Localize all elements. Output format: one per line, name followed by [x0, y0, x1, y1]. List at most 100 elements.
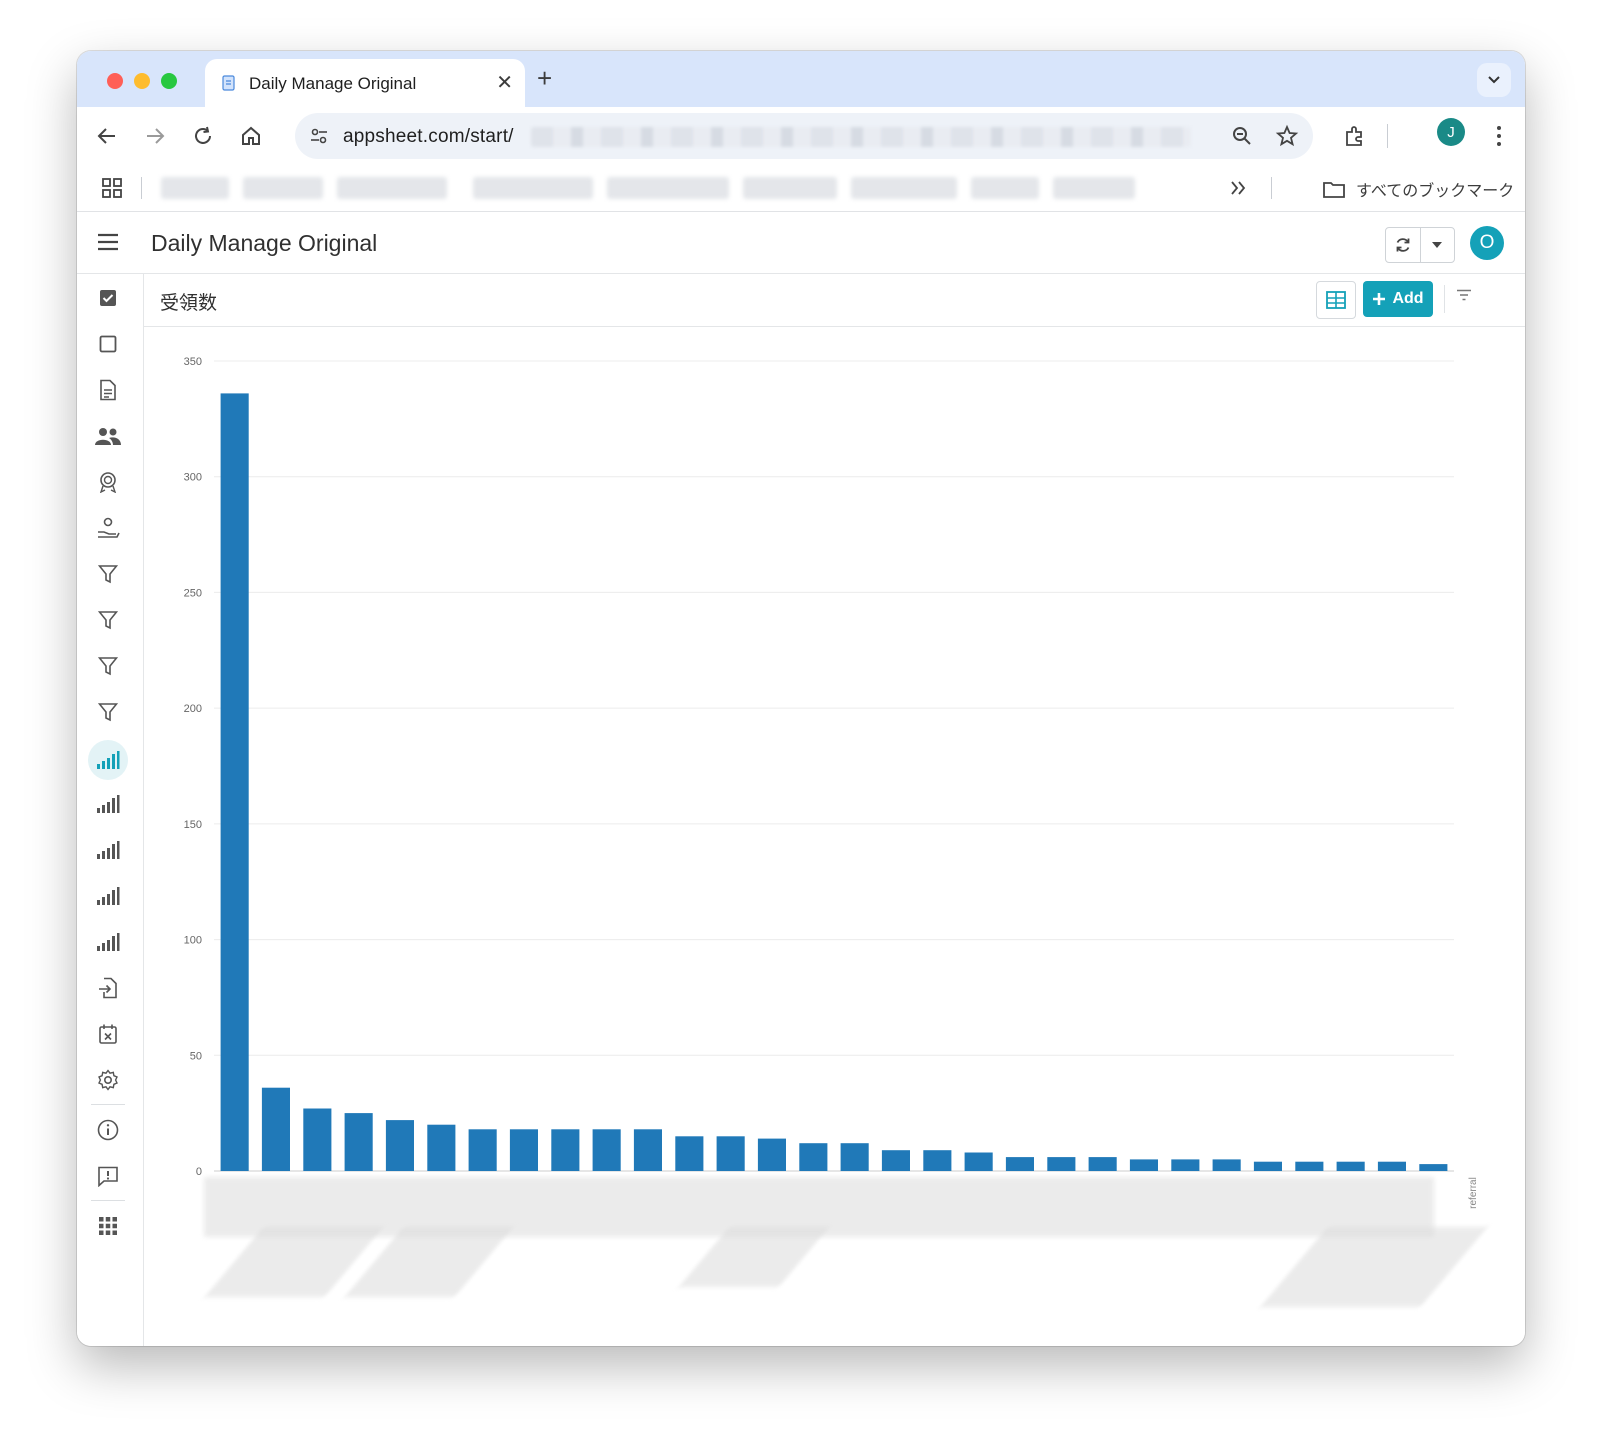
- y-tick-label: 100: [184, 935, 202, 947]
- y-tick-label: 200: [184, 703, 202, 715]
- tab-strip: Daily Manage Original ✕ +: [77, 51, 1525, 107]
- chart-bar[interactable]: [303, 1108, 332, 1172]
- nav-bar-chart-icon[interactable]: [88, 784, 128, 824]
- nav-calendar-x-icon[interactable]: [88, 1014, 128, 1054]
- nav-settings-icon[interactable]: [88, 1060, 128, 1100]
- chart-bar[interactable]: [1377, 1161, 1406, 1171]
- sync-dropdown-button[interactable]: [1421, 228, 1455, 262]
- app-header: Daily Manage Original O: [77, 213, 1525, 274]
- back-arrow-icon[interactable]: [95, 124, 119, 148]
- nav-info-icon[interactable]: [88, 1110, 128, 1150]
- tab-close-icon[interactable]: ✕: [496, 70, 513, 95]
- tab-title: Daily Manage Original: [249, 74, 417, 93]
- nav-apps-grid-icon[interactable]: [88, 1206, 128, 1246]
- tab-search-button[interactable]: [1477, 63, 1511, 97]
- chart-bar[interactable]: [261, 1087, 290, 1171]
- all-bookmarks-button[interactable]: すべてのブックマーク: [1322, 177, 1514, 201]
- profile-avatar[interactable]: J: [1437, 118, 1465, 146]
- maximize-window-button[interactable]: [161, 73, 177, 89]
- sync-button[interactable]: [1386, 228, 1421, 262]
- chart-bar[interactable]: [1171, 1159, 1200, 1171]
- bookmarks-bar: すべてのブックマーク: [77, 165, 1525, 212]
- chart-bar[interactable]: [964, 1152, 993, 1172]
- chart-bar[interactable]: [633, 1129, 662, 1171]
- nav-bar-chart-icon[interactable]: [88, 830, 128, 870]
- chart-bar[interactable]: [1295, 1161, 1324, 1171]
- nav-document-icon[interactable]: [88, 370, 128, 410]
- chart-bar[interactable]: [1047, 1157, 1076, 1171]
- bookmark-item-obscured[interactable]: [851, 177, 957, 199]
- bookmark-item-obscured[interactable]: [473, 177, 593, 199]
- sync-button-group: [1385, 227, 1455, 263]
- chart-bar[interactable]: [1088, 1157, 1117, 1171]
- new-tab-button[interactable]: +: [537, 65, 552, 91]
- chart-bar[interactable]: [509, 1129, 538, 1171]
- nav-filter-icon[interactable]: [88, 600, 128, 640]
- chart-bar[interactable]: [1419, 1164, 1448, 1171]
- site-settings-icon[interactable]: [309, 126, 329, 146]
- bookmark-item-obscured[interactable]: [243, 177, 323, 199]
- home-icon[interactable]: [239, 124, 263, 148]
- forward-arrow-icon[interactable]: [143, 124, 167, 148]
- bookmark-item-obscured[interactable]: [1053, 177, 1135, 199]
- chart-bar[interactable]: [1129, 1159, 1158, 1171]
- address-bar[interactable]: appsheet.com/start/: [295, 113, 1313, 159]
- nav-checkbox-checked-icon[interactable]: [88, 278, 128, 318]
- table-view-button[interactable]: [1316, 281, 1356, 319]
- bookmark-item-obscured[interactable]: [161, 177, 229, 199]
- chart-bar[interactable]: [799, 1143, 828, 1171]
- chart-bar[interactable]: [427, 1124, 456, 1171]
- extensions-puzzle-icon[interactable]: [1343, 124, 1367, 148]
- chart-bar[interactable]: [1005, 1157, 1034, 1171]
- chart-bar[interactable]: [757, 1138, 786, 1171]
- nav-filter-icon[interactable]: [88, 554, 128, 594]
- nav-feedback-icon[interactable]: [88, 1156, 128, 1196]
- nav-hand-person-icon[interactable]: [88, 508, 128, 548]
- close-window-button[interactable]: [107, 73, 123, 89]
- user-avatar[interactable]: O: [1470, 226, 1504, 260]
- chart-bar[interactable]: [551, 1129, 580, 1171]
- nav-award-icon[interactable]: [88, 462, 128, 502]
- sort-filter-icon[interactable]: [1456, 289, 1472, 301]
- apps-shortcut-icon[interactable]: [101, 177, 123, 199]
- bookmark-item-obscured[interactable]: [971, 177, 1039, 199]
- browser-tab[interactable]: Daily Manage Original ✕: [205, 59, 525, 107]
- chart-bar[interactable]: [468, 1129, 497, 1171]
- chevron-double-right-icon[interactable]: [1229, 180, 1247, 196]
- nav-bar-chart-icon[interactable]: [88, 876, 128, 916]
- bookmark-star-icon[interactable]: [1275, 124, 1299, 148]
- chart-bar[interactable]: [1253, 1161, 1282, 1171]
- bookmark-item-obscured[interactable]: [607, 177, 729, 199]
- nav-bar-chart-icon[interactable]: [88, 922, 128, 962]
- nav-filter-icon[interactable]: [88, 692, 128, 732]
- view-header: 受領数 Add: [144, 274, 1525, 327]
- chart-bar[interactable]: [923, 1150, 952, 1171]
- chart-bar[interactable]: [344, 1113, 373, 1171]
- nav-filter-icon[interactable]: [88, 646, 128, 686]
- bookmark-item-obscured[interactable]: [743, 177, 837, 199]
- minimize-window-button[interactable]: [134, 73, 150, 89]
- chart-bar[interactable]: [1336, 1161, 1365, 1171]
- nav-bar-chart-icon-active[interactable]: [88, 740, 128, 780]
- nav-checkbox-empty-icon[interactable]: [88, 324, 128, 364]
- zoom-icon[interactable]: [1231, 125, 1253, 147]
- chart-bar[interactable]: [1212, 1159, 1241, 1171]
- chart-bar[interactable]: [220, 393, 249, 1171]
- chart-bar[interactable]: [592, 1129, 621, 1171]
- add-button[interactable]: Add: [1363, 281, 1433, 317]
- nav-import-icon[interactable]: [88, 968, 128, 1008]
- chart-bar[interactable]: [675, 1136, 704, 1171]
- bookmarks-divider: [141, 177, 142, 199]
- chart-container: 0 50 100 150 200 250 300 350 referral: [144, 327, 1525, 1346]
- chart-bar[interactable]: [881, 1150, 910, 1171]
- appsheet-favicon-icon: [222, 75, 235, 91]
- reload-icon[interactable]: [191, 124, 215, 148]
- all-bookmarks-label: すべてのブックマーク: [1356, 183, 1515, 200]
- hamburger-menu-icon[interactable]: [97, 233, 119, 251]
- nav-people-icon[interactable]: [88, 416, 128, 456]
- bookmark-item-obscured[interactable]: [337, 177, 447, 199]
- kebab-menu-icon[interactable]: [1487, 124, 1511, 148]
- chart-bar[interactable]: [840, 1143, 869, 1171]
- chart-bar[interactable]: [716, 1136, 745, 1171]
- chart-bar[interactable]: [385, 1120, 414, 1171]
